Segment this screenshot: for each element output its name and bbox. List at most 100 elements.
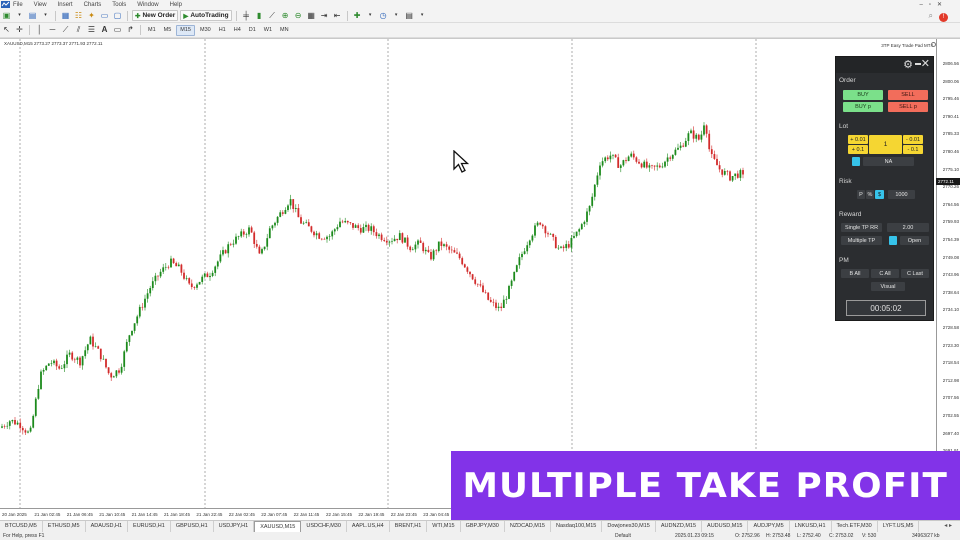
chart-tab[interactable]: EURUSD,H1 (128, 521, 171, 532)
navigator-icon[interactable]: ✦ (86, 10, 97, 21)
tab-scroll-arrows[interactable]: ◂ ▸ (944, 522, 952, 529)
close-all-button[interactable]: C All (871, 269, 899, 278)
open-tp-button[interactable]: Open (900, 236, 929, 245)
lot-plus-01-button[interactable]: + 0.1 (848, 145, 868, 154)
crosshair-icon[interactable]: ✛ (14, 25, 25, 36)
single-tp-button[interactable]: Single TP RR (841, 223, 882, 232)
timeframe-h4[interactable]: H4 (231, 25, 244, 36)
menu-insert[interactable]: Insert (58, 2, 73, 8)
dropdown-icon[interactable]: ▾ (40, 10, 51, 21)
timeframe-m15[interactable]: M15 (176, 24, 195, 36)
chart-tab[interactable]: WTI,M15 (427, 521, 461, 532)
market-watch-icon[interactable]: ▦ (60, 10, 71, 21)
sell-button[interactable]: SELL (888, 90, 928, 100)
timeframe-m30[interactable]: M30 (197, 25, 214, 36)
lot-minus-01-button[interactable]: - 0.1 (903, 145, 923, 154)
timeframe-mn[interactable]: MN (277, 25, 292, 36)
chart-tab[interactable]: NZDCAD,M15 (505, 521, 551, 532)
alert-icon[interactable]: ! (939, 13, 948, 22)
timeframe-w1[interactable]: W1 (261, 25, 275, 36)
multiple-tp-checkbox[interactable] (889, 236, 897, 245)
chart-tab[interactable]: USDJPY,H1 (214, 521, 255, 532)
new-order-button[interactable]: ✚ New Order (132, 10, 179, 21)
chart-tab[interactable]: XAUUSD,M15 (254, 521, 302, 532)
chart-tab[interactable]: AAPL.US,H4 (347, 521, 390, 532)
lot-toggle-checkbox[interactable] (852, 157, 860, 166)
buy-pending-button[interactable]: BUY p (843, 102, 883, 112)
sell-pending-button[interactable]: SELL p (888, 102, 928, 112)
autotrading-button[interactable]: ▶ AutoTrading (180, 10, 232, 21)
dropdown-icon[interactable]: ▾ (14, 10, 25, 21)
trendline-icon[interactable]: ⟋ (60, 25, 71, 36)
text-icon[interactable]: A (99, 25, 110, 36)
bar-chart-icon[interactable]: ╪ (241, 10, 252, 21)
arrows-icon[interactable]: ↱ (125, 25, 136, 36)
close-icon[interactable]: ✕ (921, 57, 930, 70)
equidistant-channel-icon[interactable]: ⫽ (73, 25, 84, 36)
chart-tab[interactable]: GBPJPY,M30 (461, 521, 505, 532)
timeframe-m1[interactable]: M1 (145, 25, 159, 36)
line-chart-icon[interactable]: ⟋ (267, 10, 278, 21)
menu-view[interactable]: View (34, 2, 47, 8)
chart-tab[interactable]: GBPUSD,H1 (171, 521, 214, 532)
cursor-icon[interactable]: ↖ (1, 25, 12, 36)
zoom-in-icon[interactable]: ⊕ (280, 10, 291, 21)
profiles-icon[interactable]: ▤ (27, 10, 38, 21)
chart-tab[interactable]: BTCUSD,M5 (0, 521, 43, 532)
timeframe-d1[interactable]: D1 (246, 25, 259, 36)
fibonacci-icon[interactable]: ☰ (86, 25, 97, 36)
menu-charts[interactable]: Charts (84, 2, 102, 8)
indicators-icon[interactable]: ✚ (352, 10, 363, 21)
timeframe-m5[interactable]: M5 (161, 25, 175, 36)
chart-tab[interactable]: ADAUSD,H1 (86, 521, 129, 532)
vertical-line-icon[interactable]: │ (34, 25, 45, 36)
chart-tab[interactable]: Tech.ETF,M30 (832, 521, 878, 532)
chart-tab[interactable]: Nasdaq100,M15 (551, 521, 603, 532)
close-last-button[interactable]: C Last (901, 269, 929, 278)
chart-tab[interactable]: ETHUSD,M5 (43, 521, 86, 532)
candlestick-icon[interactable]: ▮ (254, 10, 265, 21)
templates-icon[interactable]: ▤ (404, 10, 415, 21)
tile-windows-icon[interactable]: ▦ (306, 10, 317, 21)
menu-tools[interactable]: Tools (112, 2, 126, 8)
data-window-icon[interactable]: ☷ (73, 10, 84, 21)
new-chart-icon[interactable]: ▣ (1, 10, 12, 21)
terminal-icon[interactable]: ▭ (99, 10, 110, 21)
label-icon[interactable]: ▭ (112, 25, 123, 36)
single-tp-rr-field[interactable]: 2.00 (887, 223, 929, 232)
chart-tab[interactable]: AUDUSD,M15 (702, 521, 749, 532)
chart-tab[interactable]: BRENT,H1 (390, 521, 428, 532)
chart-shift-icon[interactable]: ⇤ (332, 10, 343, 21)
dropdown-icon[interactable]: ▾ (417, 10, 428, 21)
chart-tab[interactable]: LYFT.US,M5 (878, 521, 920, 532)
risk-percent-button[interactable]: % (866, 190, 874, 199)
breakeven-all-button[interactable]: B All (841, 269, 869, 278)
chart-tab[interactable]: USDCHF,M30 (301, 521, 347, 532)
menu-window[interactable]: Window (137, 2, 158, 8)
dropdown-icon[interactable]: ▾ (391, 10, 402, 21)
gear-icon[interactable]: ⚙ (903, 58, 913, 71)
price-chart[interactable]: XAUUSD,M15 2773.27 2773.37 2771.93 2772.… (0, 38, 960, 520)
chart-tab[interactable]: AUDJPY,M5 (748, 521, 790, 532)
search-icon[interactable]: ⌕ (929, 11, 933, 20)
zoom-out-icon[interactable]: ⊖ (293, 10, 304, 21)
chart-tab[interactable]: Dowjones30,M15 (602, 521, 656, 532)
multiple-tp-button[interactable]: Multiple TP (841, 236, 882, 245)
tester-icon[interactable]: ▢ (112, 10, 123, 21)
autoscroll-icon[interactable]: ⇥ (319, 10, 330, 21)
periods-icon[interactable]: ◷ (378, 10, 389, 21)
window-controls[interactable]: ‒▫✕ (920, 1, 949, 8)
timeframe-h1[interactable]: H1 (216, 25, 229, 36)
lot-minus-001-button[interactable]: - 0.01 (903, 135, 923, 144)
buy-button[interactable]: BUY (843, 90, 883, 100)
risk-dollar-button[interactable]: $ (875, 190, 884, 199)
lot-value-field[interactable]: 1 (869, 135, 902, 154)
lot-plus-001-button[interactable]: + 0.01 (848, 135, 868, 144)
menu-help[interactable]: Help (170, 2, 182, 8)
chart-tab[interactable]: LNKUSD,H1 (790, 521, 832, 532)
horizontal-line-icon[interactable]: ─ (47, 25, 58, 36)
risk-value-field[interactable]: 1000 (888, 190, 915, 199)
dropdown-icon[interactable]: ▾ (365, 10, 376, 21)
menu-file[interactable]: File (13, 2, 23, 8)
visual-button[interactable]: Visual (871, 282, 905, 291)
